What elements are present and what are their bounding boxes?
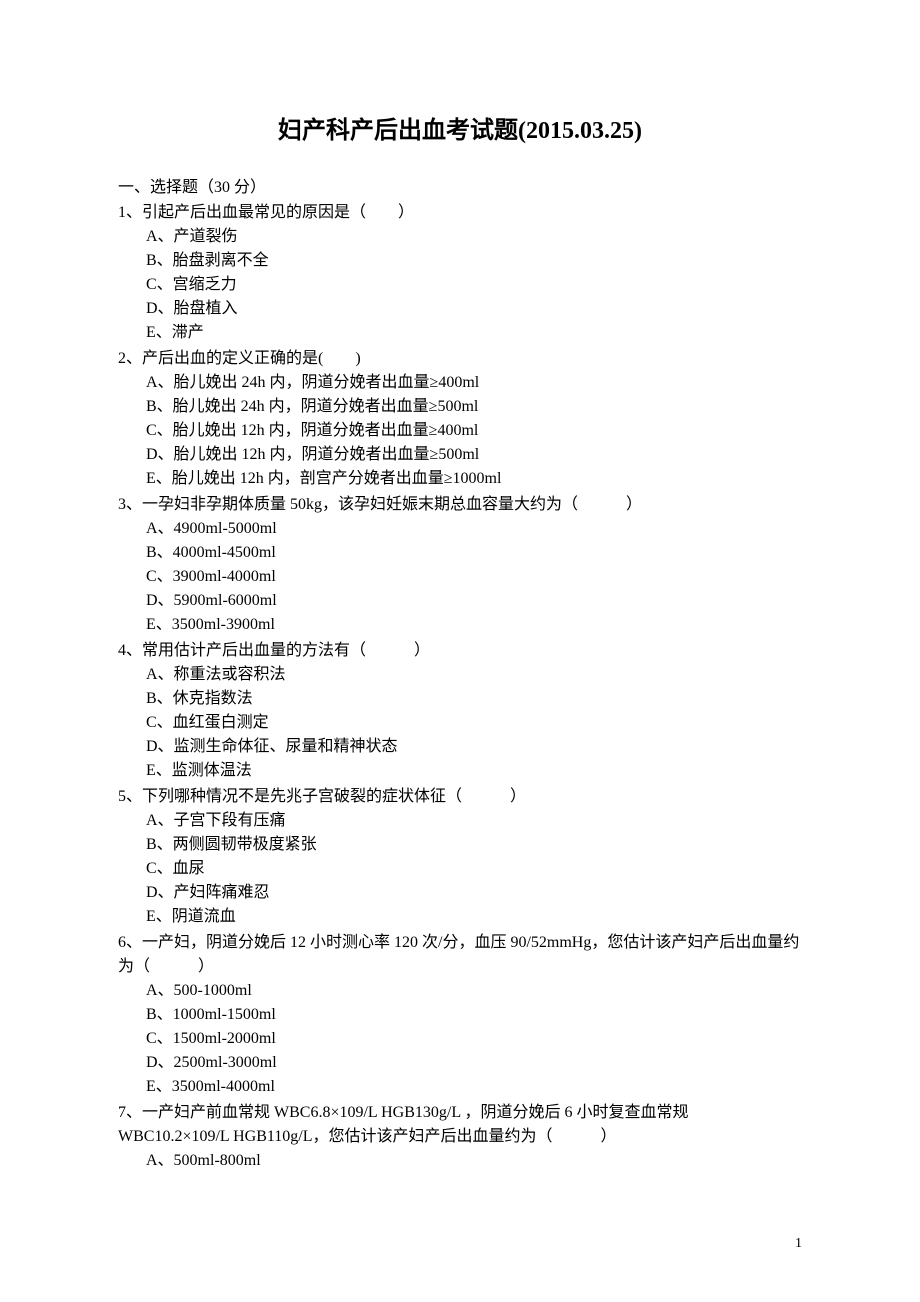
exam-title: 妇产科产后出血考试题(2015.03.25): [118, 110, 802, 145]
option-e: E、滞产: [118, 321, 802, 345]
option-c: C、血红蛋白测定: [118, 711, 802, 735]
option-b: B、4000ml-4500ml: [118, 541, 802, 565]
question-stem: 3、一孕妇非孕期体质量 50kg，该孕妇妊娠末期总血容量大约为（ ）: [118, 493, 802, 517]
option-c: C、血尿: [118, 857, 802, 881]
option-c: C、1500ml-2000ml: [118, 1027, 802, 1051]
option-c: C、胎儿娩出 12h 内，阴道分娩者出血量≥400ml: [118, 419, 802, 443]
option-a: A、称重法或容积法: [118, 663, 802, 687]
option-a: A、产道裂伤: [118, 225, 802, 249]
question-stem: 2、产后出血的定义正确的是( ): [118, 347, 802, 371]
page-number: 1: [795, 1236, 802, 1252]
option-b: B、两侧圆韧带极度紧张: [118, 833, 802, 857]
option-d: D、胎儿娩出 12h 内，阴道分娩者出血量≥500ml: [118, 443, 802, 467]
option-d: D、胎盘植入: [118, 297, 802, 321]
question-1: 1、引起产后出血最常见的原因是（ ） A、产道裂伤 B、胎盘剥离不全 C、宫缩乏…: [118, 201, 802, 345]
option-b: B、胎儿娩出 24h 内，阴道分娩者出血量≥500ml: [118, 395, 802, 419]
exam-page: 妇产科产后出血考试题(2015.03.25) 一、选择题（30 分） 1、引起产…: [0, 0, 920, 1302]
option-e: E、3500ml-4000ml: [118, 1075, 802, 1099]
question-stem: 1、引起产后出血最常见的原因是（ ）: [118, 201, 802, 225]
section-header: 一、选择题（30 分）: [118, 173, 802, 197]
option-c: C、宫缩乏力: [118, 273, 802, 297]
question-4: 4、常用估计产后出血量的方法有（ ） A、称重法或容积法 B、休克指数法 C、血…: [118, 639, 802, 783]
question-7: 7、一产妇产前血常规 WBC6.8×109/L HGB130g/L ，阴道分娩后…: [118, 1101, 802, 1173]
option-c: C、3900ml-4000ml: [118, 565, 802, 589]
question-stem: 7、一产妇产前血常规 WBC6.8×109/L HGB130g/L ，阴道分娩后…: [118, 1101, 802, 1149]
option-a: A、500ml-800ml: [118, 1149, 802, 1173]
question-stem: 6、一产妇，阴道分娩后 12 小时测心率 120 次/分，血压 90/52mmH…: [118, 931, 802, 979]
option-e: E、3500ml-3900ml: [118, 613, 802, 637]
question-5: 5、下列哪种情况不是先兆子宫破裂的症状体征（ ） A、子宫下段有压痛 B、两侧圆…: [118, 785, 802, 929]
option-e: E、胎儿娩出 12h 内，剖宫产分娩者出血量≥1000ml: [118, 467, 802, 491]
option-a: A、4900ml-5000ml: [118, 517, 802, 541]
option-b: B、胎盘剥离不全: [118, 249, 802, 273]
question-2: 2、产后出血的定义正确的是( ) A、胎儿娩出 24h 内，阴道分娩者出血量≥4…: [118, 347, 802, 491]
question-6: 6、一产妇，阴道分娩后 12 小时测心率 120 次/分，血压 90/52mmH…: [118, 931, 802, 1099]
option-d: D、5900ml-6000ml: [118, 589, 802, 613]
option-d: D、产妇阵痛难忍: [118, 881, 802, 905]
question-stem: 4、常用估计产后出血量的方法有（ ）: [118, 639, 802, 663]
option-d: D、2500ml-3000ml: [118, 1051, 802, 1075]
option-b: B、休克指数法: [118, 687, 802, 711]
question-3: 3、一孕妇非孕期体质量 50kg，该孕妇妊娠末期总血容量大约为（ ） A、490…: [118, 493, 802, 637]
question-stem: 5、下列哪种情况不是先兆子宫破裂的症状体征（ ）: [118, 785, 802, 809]
option-e: E、阴道流血: [118, 905, 802, 929]
option-d: D、监测生命体征、尿量和精神状态: [118, 735, 802, 759]
option-e: E、监测体温法: [118, 759, 802, 783]
option-b: B、1000ml-1500ml: [118, 1003, 802, 1027]
option-a: A、胎儿娩出 24h 内，阴道分娩者出血量≥400ml: [118, 371, 802, 395]
option-a: A、子宫下段有压痛: [118, 809, 802, 833]
option-a: A、500-1000ml: [118, 979, 802, 1003]
